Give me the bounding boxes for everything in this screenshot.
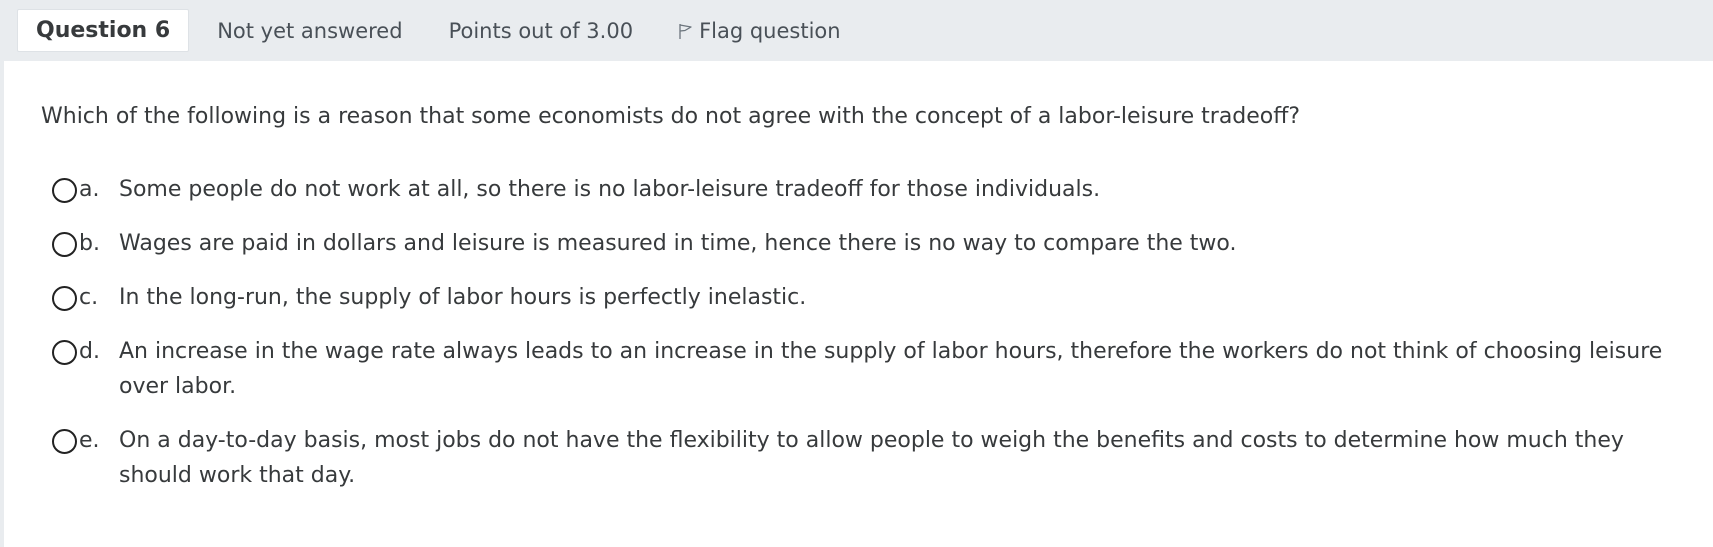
answer-option-a[interactable]: a. Some people do not work at all, so th… — [52, 172, 1692, 207]
answer-option-c[interactable]: c. In the long-run, the supply of labor … — [52, 280, 1692, 315]
answer-option-d[interactable]: d. An increase in the wage rate always l… — [52, 334, 1692, 404]
flag-question-link[interactable]: Flag question — [677, 19, 841, 43]
option-text: On a day-to-day basis, most jobs do not … — [119, 428, 1624, 488]
option-letter: d. — [79, 339, 100, 364]
quiz-page: Question 6 Not yet answered Points out o… — [0, 0, 1713, 547]
points-label: Points out of 3.00 — [448, 18, 634, 43]
radio-button-d[interactable] — [52, 340, 77, 365]
answer-status: Not yet answered — [217, 18, 403, 43]
question-info-bar: Question 6 Not yet answered Points out o… — [0, 0, 1713, 61]
answer-options: a. Some people do not work at all, so th… — [52, 172, 1692, 512]
answer-option-b[interactable]: b. Wages are paid in dollars and leisure… — [52, 226, 1692, 261]
option-letter: b. — [79, 231, 100, 256]
option-text: Some people do not work at all, so there… — [119, 177, 1101, 202]
question-text: Which of the following is a reason that … — [41, 104, 1301, 129]
option-letter: c. — [79, 285, 99, 310]
option-letter: a. — [79, 177, 100, 202]
option-letter: e. — [79, 428, 100, 453]
option-text: Wages are paid in dollars and leisure is… — [119, 231, 1237, 256]
answer-option-e[interactable]: e. On a day-to-day basis, most jobs do n… — [52, 423, 1692, 493]
option-text: An increase in the wage rate always lead… — [119, 339, 1663, 399]
radio-button-b[interactable] — [52, 232, 77, 257]
radio-button-e[interactable] — [52, 429, 77, 454]
option-text: In the long-run, the supply of labor hou… — [119, 285, 807, 310]
left-border — [0, 0, 4, 547]
flag-icon — [679, 23, 692, 39]
radio-button-a[interactable] — [52, 178, 77, 203]
question-number-label: Question 6 — [17, 9, 190, 52]
radio-button-c[interactable] — [52, 286, 77, 311]
flag-question-label: Flag question — [699, 18, 841, 43]
